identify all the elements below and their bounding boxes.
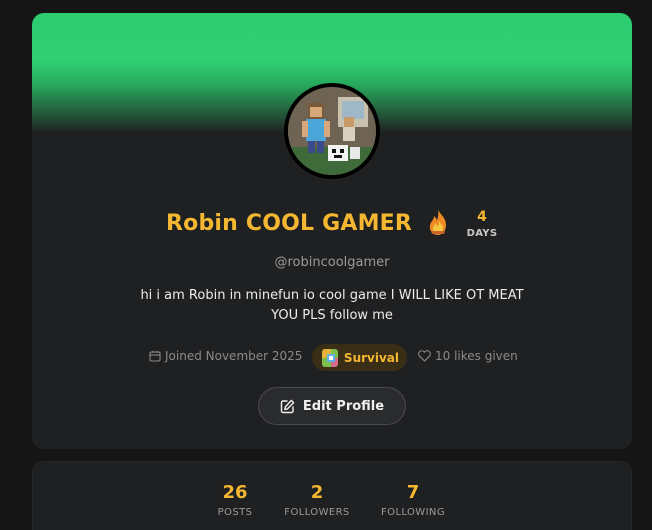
- edit-icon: [280, 399, 295, 414]
- streak-count: 4: [477, 209, 487, 225]
- stat-label: FOLLOWING: [381, 507, 445, 518]
- username: @robincoolgamer: [274, 255, 390, 270]
- stat-value: 2: [310, 482, 324, 503]
- game-mode-label: Survival: [343, 350, 399, 365]
- heart-icon: [418, 350, 431, 365]
- likes-given: 10 likes given: [418, 349, 518, 365]
- streak-label: DAYS: [466, 228, 498, 239]
- stat-followers[interactable]: 2 FOLLOWERS: [277, 482, 357, 518]
- bio: hi i am Robin in minefun io cool game I …: [140, 288, 524, 323]
- meta-row: Joined November 2025 Survival 10 likes g…: [32, 343, 632, 371]
- survival-mode-icon: [322, 348, 338, 367]
- game-mode-badge[interactable]: Survival: [312, 344, 407, 371]
- joined-text: Joined November 2025: [165, 349, 303, 363]
- flame-icon: [424, 207, 452, 237]
- avatar-image: [288, 87, 376, 175]
- avatar-picture: [288, 87, 376, 175]
- edit-profile-label: Edit Profile: [302, 398, 385, 414]
- avatar[interactable]: [284, 83, 380, 179]
- joined-date: Joined November 2025: [149, 349, 302, 365]
- stat-value: 7: [406, 482, 420, 503]
- name-row: Robin COOL GAMER 4 DAYS: [32, 207, 632, 247]
- stat-label: POSTS: [217, 507, 253, 518]
- edit-profile-button[interactable]: Edit Profile: [258, 387, 406, 425]
- profile-card: Robin COOL GAMER 4 DAYS @robincoolgamer …: [32, 13, 632, 449]
- stat-following[interactable]: 7 FOLLOWING: [373, 482, 453, 518]
- likes-text: 10 likes given: [435, 349, 518, 363]
- display-name: Robin COOL GAMER: [166, 211, 413, 236]
- stat-label: FOLLOWERS: [284, 507, 350, 518]
- calendar-icon: [149, 350, 161, 365]
- stat-value: 26: [222, 482, 248, 503]
- stats-card: 26 POSTS 2 FOLLOWERS 7 FOLLOWING: [32, 461, 632, 530]
- stat-posts[interactable]: 26 POSTS: [209, 482, 261, 518]
